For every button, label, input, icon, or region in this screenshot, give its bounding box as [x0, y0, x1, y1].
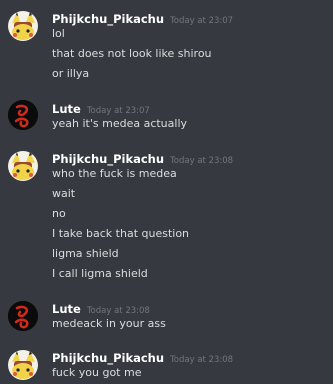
author-name[interactable]: Lute [52, 302, 81, 316]
message-text: lol [52, 27, 65, 40]
message-timestamp: Today at 23:07 [170, 16, 234, 26]
message-header: Phijkchu_Pikachu Today at 23:07 [52, 10, 233, 29]
message-timestamp: Today at 23:07 [86, 106, 150, 116]
pikachu-avatar-icon[interactable] [8, 11, 38, 41]
message-text: I call ligma shield [52, 267, 148, 280]
author-name[interactable]: Phijkchu_Pikachu [52, 12, 164, 26]
message-text: fuck you got me [52, 366, 142, 379]
message-timestamp: Today at 23:08 [170, 355, 234, 365]
chat-log: Phijkchu_Pikachu Today at 23:07 lol that … [0, 0, 333, 384]
message-text: no [52, 207, 66, 220]
red-swirl-avatar-icon[interactable] [8, 100, 38, 130]
message-text: yeah it's medea actually [52, 117, 188, 130]
author-name[interactable]: Lute [52, 102, 81, 116]
message-text: medeack in your ass [52, 317, 166, 330]
message-text: or illya [52, 67, 90, 80]
message-text: I take back that question [52, 227, 190, 240]
pikachu-avatar-icon[interactable] [8, 350, 38, 380]
message-text: wait [52, 187, 76, 200]
message-text: ligma shield [52, 247, 119, 260]
message-timestamp: Today at 23:08 [86, 306, 150, 316]
red-swirl-avatar-icon[interactable] [8, 301, 38, 331]
message-text: who the fuck is medea [52, 167, 177, 180]
message-timestamp: Today at 23:08 [170, 156, 234, 166]
message-text: that does not look like shirou [52, 47, 212, 60]
author-name[interactable]: Phijkchu_Pikachu [52, 351, 164, 365]
pikachu-avatar-icon[interactable] [8, 151, 38, 181]
author-name[interactable]: Phijkchu_Pikachu [52, 152, 164, 166]
